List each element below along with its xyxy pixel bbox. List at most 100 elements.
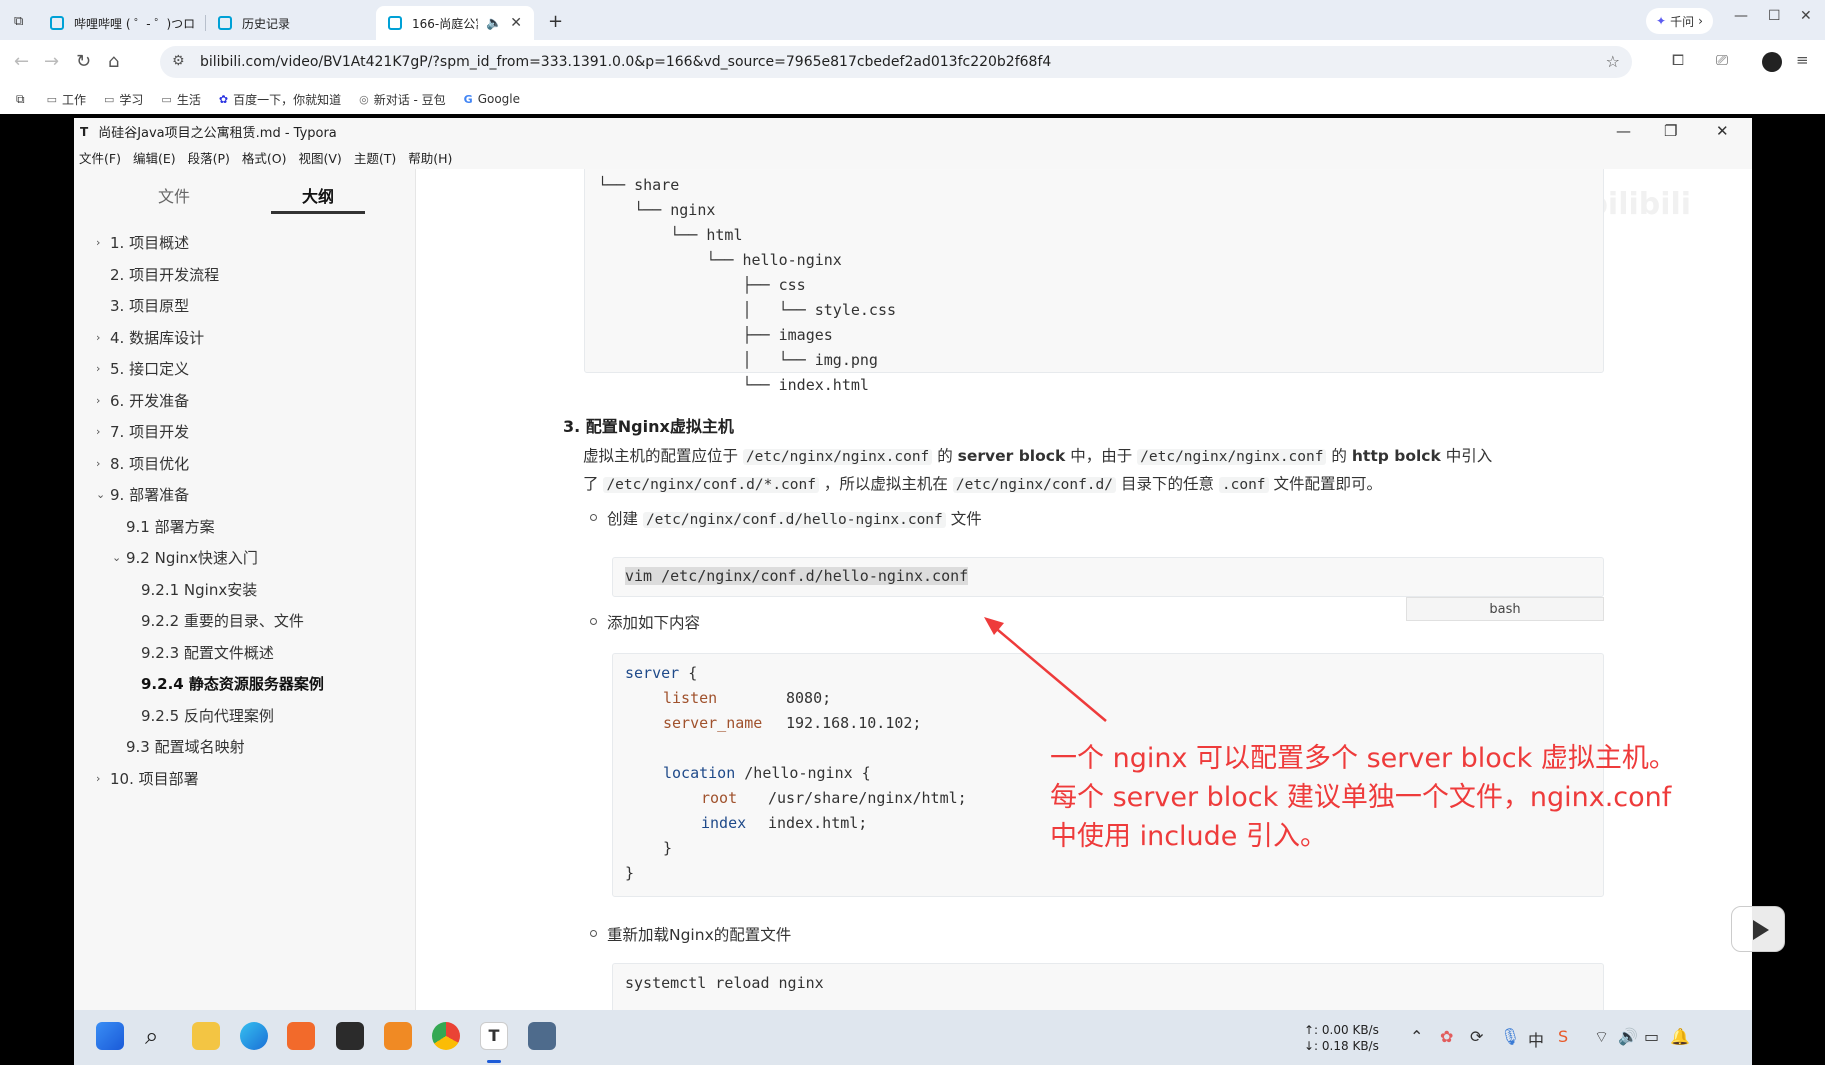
outline-item-current[interactable]: 9.2.4 静态资源服务器案例: [141, 672, 324, 694]
outline-item[interactable]: ⌄ 9.2 Nginx快速入门: [112, 546, 258, 568]
menu-theme[interactable]: 主题(T): [354, 148, 396, 167]
menu-paragraph[interactable]: 段落(P): [188, 148, 230, 167]
maximize-icon[interactable]: ☐: [1768, 8, 1781, 24]
bookmarks-app-icon[interactable]: ⧉: [16, 92, 25, 107]
chevron-right-icon[interactable]: ›: [96, 394, 100, 407]
bullet-circle-icon: [590, 930, 597, 937]
doubao-icon: ◎: [359, 92, 369, 106]
screenshot-icon[interactable]: ⎚: [1716, 51, 1728, 69]
speaker-icon[interactable]: 🔈: [486, 16, 502, 31]
menu-file[interactable]: 文件(F): [79, 148, 121, 167]
network-speed: ↑: 0.00 KB/s ↓: 0.18 KB/s: [1304, 1023, 1379, 1053]
bookmark-star-icon[interactable]: ☆: [1606, 52, 1620, 71]
sync-icon[interactable]: ⟳: [1470, 1027, 1483, 1046]
editor-content[interactable]: 尚硅谷 bilibili └── share └── nginx └── htm…: [416, 169, 1752, 1010]
outline-item[interactable]: › 8. 项目优化: [96, 452, 189, 474]
forward-icon[interactable]: →: [44, 51, 59, 72]
chevron-up-icon[interactable]: ⌃: [1410, 1027, 1423, 1046]
menu-format[interactable]: 格式(O): [242, 148, 287, 167]
outline-item[interactable]: 9.2.1 Nginx安装: [141, 578, 257, 600]
browser-tab-video-active[interactable]: 166-尚庭公寓 🔈 ✕: [376, 6, 534, 40]
outline-item[interactable]: ⌄ 9. 部署准备: [96, 483, 189, 505]
typora-close-icon[interactable]: ✕: [1716, 122, 1729, 140]
tab-outline[interactable]: 大纲: [302, 183, 334, 207]
outline-item[interactable]: 3. 项目原型: [110, 294, 189, 316]
terminal-icon[interactable]: [336, 1022, 364, 1050]
chevron-right-icon[interactable]: ›: [96, 425, 100, 438]
vim-command-code-block[interactable]: vim /etc/nginx/conf.d/hello-nginx.conf: [612, 557, 1604, 597]
volume-icon[interactable]: 🔊: [1618, 1027, 1638, 1046]
tab-files[interactable]: 文件: [158, 183, 190, 207]
menu-help[interactable]: 帮助(H): [408, 148, 452, 167]
sublime-text-icon[interactable]: [384, 1022, 412, 1050]
outline-item[interactable]: 9.2.5 反向代理案例: [141, 704, 274, 726]
bookmark-folder-work[interactable]: ▭ 工作: [47, 91, 86, 108]
chrome-icon[interactable]: [432, 1022, 460, 1050]
chevron-right-icon[interactable]: ›: [96, 457, 100, 470]
code-line: ├── css: [598, 276, 806, 294]
typora-app-icon[interactable]: T: [480, 1022, 508, 1050]
chevron-right-icon[interactable]: ›: [96, 772, 100, 785]
chevron-down-icon[interactable]: ⌄: [96, 488, 105, 501]
outline-item[interactable]: › 6. 开发准备: [96, 389, 189, 411]
search-icon[interactable]: ⌕: [145, 1022, 173, 1050]
wifi-icon[interactable]: ⌔: [1594, 1027, 1609, 1047]
sogou-icon[interactable]: S: [1558, 1027, 1568, 1046]
browser-tab-bilibili-home[interactable]: 哔哩哔哩 ( ゜- ゜)つロ: [38, 6, 206, 40]
file-explorer-icon[interactable]: [192, 1022, 220, 1050]
typora-minimize-icon[interactable]: —: [1616, 122, 1631, 140]
bookmark-google[interactable]: G Google: [464, 92, 520, 106]
bookmark-baidu[interactable]: ✿ 百度一下，你就知道: [219, 91, 341, 108]
outline-item[interactable]: › 7. 项目开发: [96, 420, 189, 442]
extensions-icon[interactable]: ⧠: [1672, 51, 1684, 69]
chevron-right-icon[interactable]: ›: [96, 331, 100, 344]
outline-item[interactable]: 9.3 配置域名映射: [126, 735, 245, 757]
reload-command-code-block[interactable]: systemctl reload nginx: [612, 963, 1604, 1010]
new-tab-button[interactable]: +: [548, 8, 563, 34]
remote-terminal-icon[interactable]: [528, 1022, 556, 1050]
bookmark-folder-study[interactable]: ▭ 学习: [104, 91, 143, 108]
tray-app-icon[interactable]: ✿: [1440, 1027, 1453, 1046]
bookmark-doubao[interactable]: ◎ 新对话 - 豆包: [359, 91, 446, 108]
more-menu-icon[interactable]: ≡: [1796, 51, 1809, 69]
outline-item[interactable]: › 5. 接口定义: [96, 357, 189, 379]
outline-item[interactable]: › 4. 数据库设计: [96, 326, 204, 348]
reload-icon[interactable]: ↻: [76, 51, 91, 72]
tab-actions-icon[interactable]: ⧉: [14, 8, 23, 34]
code-line: └── share: [598, 176, 680, 194]
code-line: index: [701, 814, 747, 832]
close-tab-icon[interactable]: ✕: [510, 15, 522, 31]
microphone-icon[interactable]: 🎙: [1500, 1027, 1520, 1046]
site-info-icon[interactable]: ⚙: [172, 53, 185, 69]
windows-start-icon[interactable]: [96, 1022, 124, 1050]
ubuntu-icon[interactable]: [287, 1022, 315, 1050]
chevron-right-icon[interactable]: ›: [96, 362, 100, 375]
ime-indicator[interactable]: 中: [1528, 1027, 1544, 1051]
chevron-down-icon[interactable]: ⌄: [112, 551, 121, 564]
home-icon[interactable]: ⌂: [108, 51, 119, 72]
edge-browser-icon[interactable]: [240, 1022, 268, 1050]
back-icon[interactable]: ←: [14, 51, 29, 72]
notification-bell-icon[interactable]: 🔔: [1670, 1027, 1690, 1046]
assistant-button[interactable]: ✦ 千问 ›: [1646, 8, 1713, 34]
battery-icon[interactable]: ▭: [1644, 1027, 1659, 1046]
outline-item[interactable]: 9.1 部署方案: [126, 515, 215, 537]
outline-item[interactable]: › 1. 项目概述: [96, 231, 189, 253]
outline-item[interactable]: 9.2.2 重要的目录、文件: [141, 609, 304, 631]
menu-edit[interactable]: 编辑(E): [133, 148, 176, 167]
close-window-icon[interactable]: ✕: [1800, 8, 1812, 24]
typora-restore-icon[interactable]: ❐: [1664, 122, 1677, 140]
chevron-right-icon[interactable]: ›: [96, 236, 100, 249]
url-input[interactable]: ⚙ bilibili.com/video/BV1At421K7gP/?spm_i…: [160, 46, 1632, 78]
minimize-icon[interactable]: —: [1734, 8, 1748, 24]
code-language-selector[interactable]: bash: [1406, 597, 1604, 621]
video-play-icon[interactable]: [1731, 906, 1785, 952]
browser-tab-history[interactable]: 历史记录: [206, 6, 374, 40]
directory-tree-code-block[interactable]: └── share └── nginx └── html └── hello-n…: [584, 169, 1604, 394]
menu-view[interactable]: 视图(V): [299, 148, 342, 167]
bookmark-folder-life[interactable]: ▭ 生活: [161, 91, 200, 108]
outline-item[interactable]: 9.2.3 配置文件概述: [141, 641, 274, 663]
avatar[interactable]: [1762, 52, 1782, 72]
outline-item[interactable]: › 10. 项目部署: [96, 767, 199, 789]
outline-item[interactable]: 2. 项目开发流程: [110, 263, 219, 285]
